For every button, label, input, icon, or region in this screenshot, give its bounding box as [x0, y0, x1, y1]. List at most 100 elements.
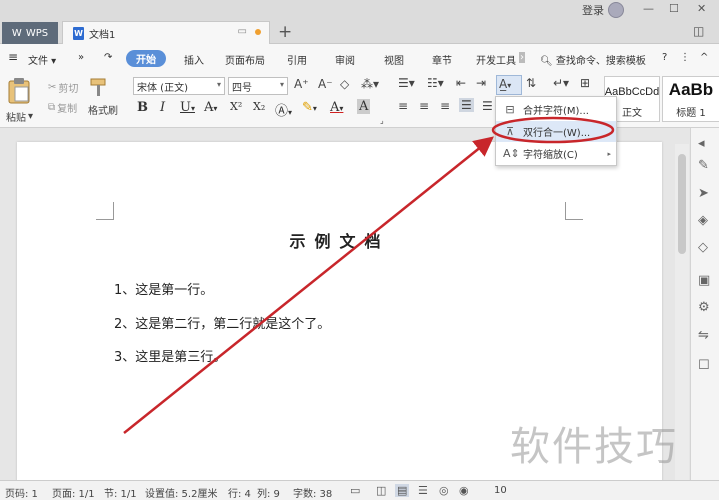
web-view-icon[interactable]: ◎ — [439, 484, 449, 497]
italic-icon[interactable]: I — [160, 100, 165, 115]
table-border-icon[interactable]: ⊞ — [580, 76, 590, 90]
pen-icon[interactable]: ✎ — [698, 158, 709, 173]
status-setting[interactable]: 设置值: 5.2厘米 — [145, 485, 217, 500]
status-row[interactable]: 行: 4 — [228, 485, 251, 500]
superscript-icon[interactable]: X² — [230, 100, 242, 113]
menu-item-char-scale[interactable]: A⇕ 字符缩放(C) ▸ — [496, 143, 616, 164]
copy-button[interactable]: ⧉ 复制 — [48, 100, 77, 115]
unsaved-dot-icon[interactable] — [255, 28, 261, 35]
tab-developer[interactable]: 开发工具 — [476, 52, 516, 67]
watermark: 软件技巧 — [510, 424, 678, 470]
tag-icon[interactable]: ◇ — [698, 240, 708, 255]
zoom-level[interactable]: 10 — [494, 485, 507, 496]
show-marks-icon[interactable]: ↵▾ — [553, 76, 569, 90]
tab-chapter[interactable]: 章节 — [432, 52, 452, 67]
justify-icon[interactable]: ☰ — [459, 98, 474, 112]
collapse-ribbon-icon[interactable]: ^ — [700, 52, 708, 63]
chinese-layout-icon[interactable]: A̲▾ — [499, 77, 511, 91]
cut-button[interactable]: ✂ 剪切 — [48, 80, 78, 95]
menu-file[interactable]: 文件 ▾ — [28, 52, 56, 67]
sort-icon[interactable]: ⇅ — [526, 76, 536, 90]
scroll-right-icon[interactable]: › — [519, 52, 525, 63]
document-title: 示例文档 — [289, 232, 390, 251]
menu-item-merge-chars[interactable]: ⊟ 合并字符(M)... — [496, 99, 616, 120]
login-button[interactable]: 登录 — [582, 2, 624, 18]
status-word-count[interactable]: 字数: 38 — [293, 485, 332, 500]
numbering-icon[interactable]: ☷▾ — [427, 76, 444, 90]
tab-insert[interactable]: 插入 — [184, 52, 204, 67]
read-mode-icon[interactable]: ◫ — [376, 484, 386, 497]
inbox-icon[interactable]: ☐ — [698, 358, 710, 373]
page-view-icon[interactable]: ▤ — [395, 484, 410, 497]
minimize-icon[interactable]: — — [643, 2, 654, 15]
align-left-icon[interactable]: ≡ — [398, 99, 408, 113]
document-tab[interactable]: W 文档1 ▭ — [62, 21, 270, 44]
outline-view-icon[interactable]: ☰ — [418, 484, 428, 497]
text-effect-icon[interactable]: Ⓐ▾ — [275, 100, 292, 119]
new-tab-button[interactable]: + — [278, 22, 292, 42]
format-painter-button[interactable] — [88, 77, 110, 102]
style-heading-1[interactable]: AaBb 标题 1 — [662, 76, 719, 122]
underline-icon[interactable]: U▾ — [180, 100, 195, 115]
document-tab-label: 文档1 — [89, 29, 116, 41]
shrink-font-icon[interactable]: A⁻ — [318, 77, 333, 91]
word-doc-icon: W — [73, 26, 84, 40]
scissors-icon: ✂ — [48, 82, 57, 93]
status-col[interactable]: 列: 9 — [257, 485, 280, 500]
align-center-icon[interactable]: ≡ — [419, 99, 429, 113]
phonetic-icon[interactable]: ⁂▾ — [361, 77, 379, 91]
scrollbar-thumb[interactable] — [678, 154, 686, 254]
proofread-icon[interactable]: ▭ — [350, 484, 360, 497]
status-section[interactable]: 节: 1/1 — [104, 485, 137, 500]
font-dialog-icon[interactable]: ⌟ — [380, 116, 384, 125]
font-name-select[interactable]: 宋体 (正文) ▾ — [133, 77, 225, 95]
tab-start[interactable]: 开始 — [126, 50, 166, 67]
command-search[interactable]: 🔍︎ 查找命令、搜索模板 — [540, 52, 646, 67]
panel-toggle-icon[interactable]: ◫ — [693, 24, 704, 38]
maximize-icon[interactable]: ☐ — [669, 2, 679, 15]
monitor-icon[interactable]: ▭ — [238, 26, 247, 37]
eye-protect-icon[interactable]: ◉ — [459, 484, 469, 497]
chevron-down-icon: ▾ — [216, 80, 221, 89]
frame-icon[interactable]: ▣ — [698, 273, 710, 288]
paste-label[interactable]: 粘贴 ▾ — [6, 109, 33, 124]
shapes-icon[interactable]: ◈ — [698, 213, 708, 228]
subscript-icon[interactable]: X₂ — [253, 100, 265, 113]
cursor-icon[interactable]: ➤ — [698, 186, 709, 201]
wps-app-tab[interactable]: W WPS — [2, 22, 58, 44]
font-color-icon[interactable]: A▾ — [330, 100, 343, 115]
close-icon[interactable]: ✕ — [697, 2, 706, 15]
collapse-panel-icon[interactable]: ◂ — [698, 136, 705, 151]
more-options-icon[interactable]: ⋮ — [680, 52, 690, 63]
login-label: 登录 — [582, 4, 604, 17]
help-icon[interactable]: ? — [662, 52, 667, 63]
bullets-icon[interactable]: ☰▾ — [398, 76, 415, 90]
menu-item-two-lines-in-one[interactable]: ⊼ 双行合一(W)... — [496, 121, 616, 142]
clear-format-icon[interactable]: ◇ — [340, 77, 349, 91]
highlight-icon[interactable]: ✎▾ — [302, 100, 317, 115]
char-shading-icon[interactable]: A — [357, 99, 371, 114]
share-icon[interactable]: ⇋ — [698, 328, 709, 343]
bold-icon[interactable]: B — [137, 100, 148, 115]
tab-page-layout[interactable]: 页面布局 — [225, 52, 265, 67]
title-bar: W WPS W 文档1 ▭ + 登录 — ☐ ✕ ◫ — [0, 0, 719, 44]
align-right-icon[interactable]: ≡ — [440, 99, 450, 113]
tab-view[interactable]: 视图 — [384, 52, 404, 67]
distribute-icon[interactable]: ☰ — [482, 99, 493, 113]
decrease-indent-icon[interactable]: ⇤ — [456, 76, 466, 90]
tab-references[interactable]: 引用 — [287, 52, 307, 67]
font-size-select[interactable]: 四号 ▾ — [228, 77, 288, 95]
margin-corner-marker — [565, 202, 583, 220]
redo-icon[interactable]: ↷ — [104, 52, 112, 63]
status-pages[interactable]: 页面: 1/1 — [52, 485, 95, 500]
document-line: 1、这是第一行。 — [114, 283, 214, 298]
hamburger-icon[interactable]: ≡ — [8, 50, 18, 64]
tab-review[interactable]: 审阅 — [335, 52, 355, 67]
more-chevron-icon[interactable]: » — [78, 52, 84, 63]
grow-font-icon[interactable]: A⁺ — [294, 77, 309, 91]
wrench-icon[interactable]: ⚙ — [698, 300, 710, 315]
strikethrough-icon[interactable]: A̶▾ — [204, 100, 217, 115]
paste-button[interactable] — [6, 77, 36, 107]
increase-indent-icon[interactable]: ⇥ — [476, 76, 486, 90]
status-page-number[interactable]: 页码: 1 — [5, 485, 38, 500]
